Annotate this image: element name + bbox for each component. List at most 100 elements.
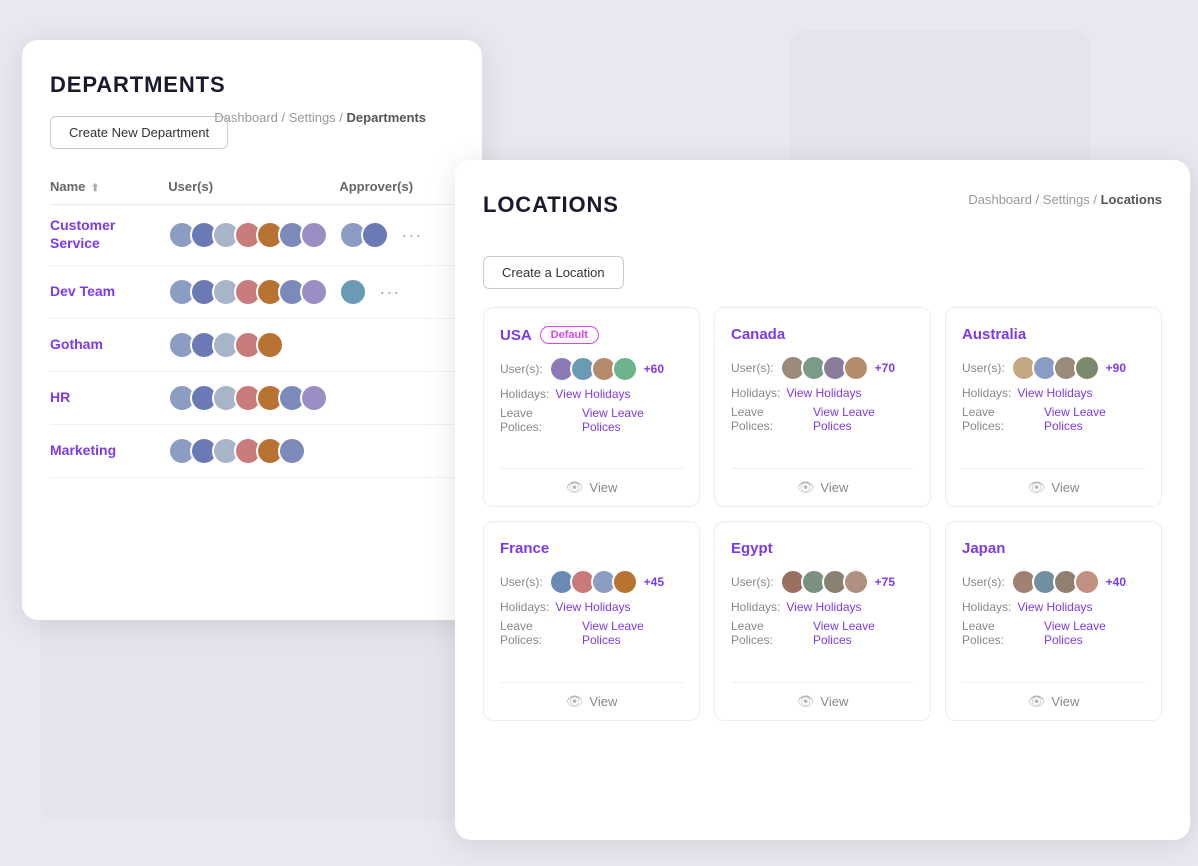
users-avatar-group	[168, 437, 339, 465]
location-name[interactable]: Australia	[962, 326, 1026, 343]
user-info: User(s): +75	[731, 569, 914, 595]
user-info: User(s): +70	[731, 355, 914, 381]
avatar	[339, 278, 367, 306]
view-holidays-link[interactable]: View Holidays	[555, 387, 630, 401]
view-leave-link[interactable]: View Leave Polices	[582, 406, 683, 434]
table-row: Customer Service	[50, 205, 454, 266]
view-label: View	[589, 480, 617, 495]
view-holidays-link[interactable]: View Holidays	[1017, 386, 1092, 400]
leave-info: Leave Polices: View Leave Polices	[731, 405, 914, 433]
user-count: +40	[1106, 575, 1126, 589]
col-name: Name ⬆	[50, 171, 168, 205]
leave-info: Leave Polices: View Leave Polices	[962, 405, 1145, 433]
locations-header: LOCATIONS Dashboard / Settings / Locatio…	[483, 192, 1162, 218]
eye-icon: 👁	[566, 693, 584, 710]
table-row: Marketing	[50, 425, 454, 478]
location-card-canada: Canada User(s): +70 Holidays: View Holid…	[714, 307, 931, 507]
departments-panel: DEPARTMENTS Dashboard / Settings / Depar…	[22, 40, 482, 620]
leave-info: Leave Polices: View Leave Polices	[500, 619, 683, 647]
avatar	[1074, 355, 1100, 381]
card-top: Egypt	[731, 540, 914, 557]
view-card-footer[interactable]: 👁 View	[500, 682, 683, 720]
view-holidays-link[interactable]: View Holidays	[555, 600, 630, 614]
default-badge: Default	[540, 326, 599, 344]
leave-info: Leave Polices: View Leave Polices	[731, 619, 914, 647]
avatar	[300, 221, 328, 249]
location-card-france: France User(s): +45 Holidays: View Holid…	[483, 521, 700, 721]
dept-customer-service[interactable]: Customer Service	[50, 217, 115, 251]
location-name[interactable]: USA	[500, 327, 532, 344]
dept-hr[interactable]: HR	[50, 389, 70, 405]
user-count: +75	[875, 575, 895, 589]
view-label: View	[820, 480, 848, 495]
eye-icon: 👁	[797, 479, 815, 496]
approver-group: ···	[339, 221, 454, 249]
view-card-footer[interactable]: 👁 View	[500, 468, 683, 506]
breadcrumb-base: Dashboard / Settings /	[214, 110, 346, 125]
eye-icon: 👁	[797, 693, 815, 710]
table-row: Dev Team	[50, 266, 454, 319]
location-name[interactable]: France	[500, 540, 549, 557]
eye-icon: 👁	[1028, 479, 1046, 496]
view-holidays-link[interactable]: View Holidays	[1017, 600, 1092, 614]
card-top: France	[500, 540, 683, 557]
avatar	[300, 278, 328, 306]
locations-breadcrumb: Dashboard / Settings / Locations	[968, 192, 1162, 207]
avatar	[612, 356, 638, 382]
user-info: User(s): +60	[500, 356, 683, 382]
avatar	[256, 331, 284, 359]
view-holidays-link[interactable]: View Holidays	[786, 386, 861, 400]
view-leave-link[interactable]: View Leave Polices	[1044, 405, 1145, 433]
more-options[interactable]: ···	[379, 282, 400, 303]
view-card-footer[interactable]: 👁 View	[962, 468, 1145, 506]
dept-gotham[interactable]: Gotham	[50, 336, 103, 352]
view-leave-link[interactable]: View Leave Polices	[582, 619, 683, 647]
breadcrumb-active: Departments	[347, 110, 426, 125]
locations-panel: LOCATIONS Dashboard / Settings / Locatio…	[455, 160, 1190, 840]
create-location-button[interactable]: Create a Location	[483, 256, 624, 289]
user-count: +60	[644, 362, 664, 376]
holidays-info: Holidays: View Holidays	[962, 600, 1145, 614]
more-options[interactable]: ···	[401, 225, 422, 246]
view-leave-link[interactable]: View Leave Polices	[1044, 619, 1145, 647]
users-avatar-group	[168, 221, 339, 249]
users-avatar-group	[168, 278, 339, 306]
location-card-egypt: Egypt User(s): +75 Holidays: View Holida…	[714, 521, 931, 721]
user-info: User(s): +90	[962, 355, 1145, 381]
view-label: View	[589, 694, 617, 709]
avatar	[843, 569, 869, 595]
avatar	[843, 355, 869, 381]
eye-icon: 👁	[1028, 693, 1046, 710]
approver-avatar-group	[339, 278, 367, 306]
view-label: View	[820, 694, 848, 709]
holidays-info: Holidays: View Holidays	[731, 386, 914, 400]
view-leave-link[interactable]: View Leave Polices	[813, 405, 914, 433]
user-count: +70	[875, 361, 895, 375]
view-card-footer[interactable]: 👁 View	[731, 468, 914, 506]
location-name[interactable]: Japan	[962, 540, 1005, 557]
view-label: View	[1051, 694, 1079, 709]
eye-icon: 👁	[566, 479, 584, 496]
user-info: User(s): +45	[500, 569, 683, 595]
create-department-button[interactable]: Create New Department	[50, 116, 228, 149]
location-name[interactable]: Egypt	[731, 540, 773, 557]
user-count: +90	[1106, 361, 1126, 375]
location-card-japan: Japan User(s): +40 Holidays: View Holida…	[945, 521, 1162, 721]
view-leave-link[interactable]: View Leave Polices	[813, 619, 914, 647]
view-card-footer[interactable]: 👁 View	[962, 682, 1145, 720]
holidays-info: Holidays: View Holidays	[962, 386, 1145, 400]
col-approvers: Approver(s)	[339, 171, 454, 205]
view-holidays-link[interactable]: View Holidays	[786, 600, 861, 614]
view-card-footer[interactable]: 👁 View	[731, 682, 914, 720]
approver-avatar-group	[339, 221, 389, 249]
dept-marketing[interactable]: Marketing	[50, 442, 116, 458]
card-top: Australia	[962, 326, 1145, 343]
leave-info: Leave Polices: View Leave Polices	[962, 619, 1145, 647]
card-top: Japan	[962, 540, 1145, 557]
loc-breadcrumb-base: Dashboard / Settings /	[968, 192, 1100, 207]
location-card-usa: USA Default User(s): +60 Holidays: View …	[483, 307, 700, 507]
location-name[interactable]: Canada	[731, 326, 785, 343]
departments-table: Name ⬆ User(s) Approver(s) Customer Serv…	[50, 171, 454, 478]
dept-dev-team[interactable]: Dev Team	[50, 283, 115, 299]
leave-info: Leave Polices: View Leave Polices	[500, 406, 683, 434]
